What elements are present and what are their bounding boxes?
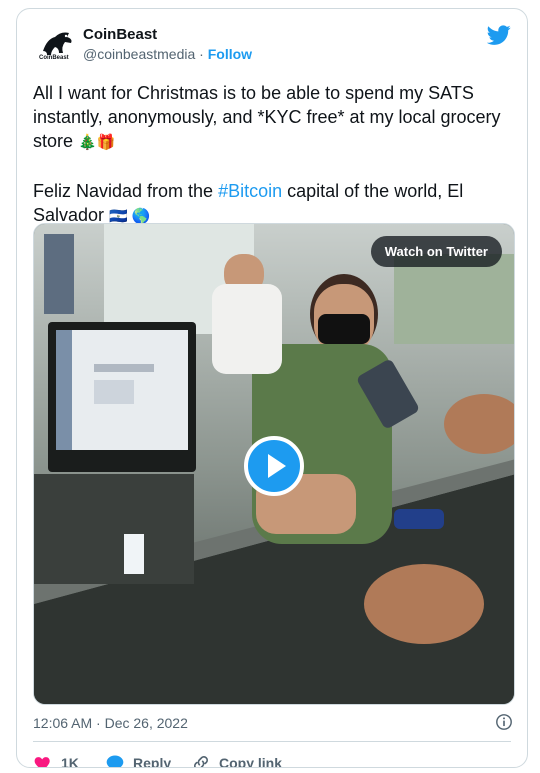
avatar-label: CoinBeast bbox=[39, 55, 69, 61]
author-handle[interactable]: @coinbeastmedia bbox=[83, 46, 195, 62]
tweet-card: CoinBeast CoinBeast @coinbeastmedia · Fo… bbox=[16, 8, 528, 768]
tweet-line-1: All I want for Christmas is to be able t… bbox=[33, 81, 513, 155]
copy-link-label: Copy link bbox=[219, 755, 283, 768]
heart-icon bbox=[34, 757, 50, 767]
reply-bubble-icon bbox=[106, 755, 124, 767]
like-button[interactable]: 1K bbox=[33, 753, 79, 768]
video-media[interactable]: Watch on Twitter bbox=[33, 223, 515, 705]
tweet-timestamp[interactable]: 12:06 AM · Dec 26, 2022 bbox=[33, 715, 188, 731]
follow-button[interactable]: Follow bbox=[208, 46, 252, 62]
watch-on-twitter-button[interactable]: Watch on Twitter bbox=[370, 236, 502, 267]
tweet-line-2-pre: Feliz Navidad from the bbox=[33, 181, 219, 201]
link-icon bbox=[194, 756, 208, 767]
divider bbox=[33, 741, 511, 742]
tweet-text: All I want for Christmas is to be able t… bbox=[33, 81, 513, 229]
play-button[interactable] bbox=[244, 436, 304, 496]
copy-link-button[interactable]: Copy link bbox=[191, 753, 283, 768]
avatar[interactable]: CoinBeast bbox=[37, 23, 77, 63]
twitter-bird-icon[interactable] bbox=[487, 23, 511, 47]
tweet-header: CoinBeast CoinBeast @coinbeastmedia · Fo… bbox=[37, 23, 511, 69]
tree-gift-emoji: 🎄🎁 bbox=[78, 134, 116, 151]
play-icon bbox=[268, 454, 286, 478]
reply-label: Reply bbox=[133, 755, 172, 768]
author-name[interactable]: CoinBeast bbox=[83, 26, 157, 43]
separator-dot: · bbox=[199, 46, 204, 62]
bitcoin-hashtag-link[interactable]: #Bitcoin bbox=[218, 181, 282, 201]
reply-button[interactable]: Reply bbox=[105, 753, 172, 768]
author-handle-row: @coinbeastmedia · Follow bbox=[83, 46, 252, 62]
like-count: 1K bbox=[61, 755, 79, 768]
tweet-line-2: Feliz Navidad from the #Bitcoin capital … bbox=[33, 179, 513, 229]
info-icon[interactable] bbox=[495, 713, 513, 731]
